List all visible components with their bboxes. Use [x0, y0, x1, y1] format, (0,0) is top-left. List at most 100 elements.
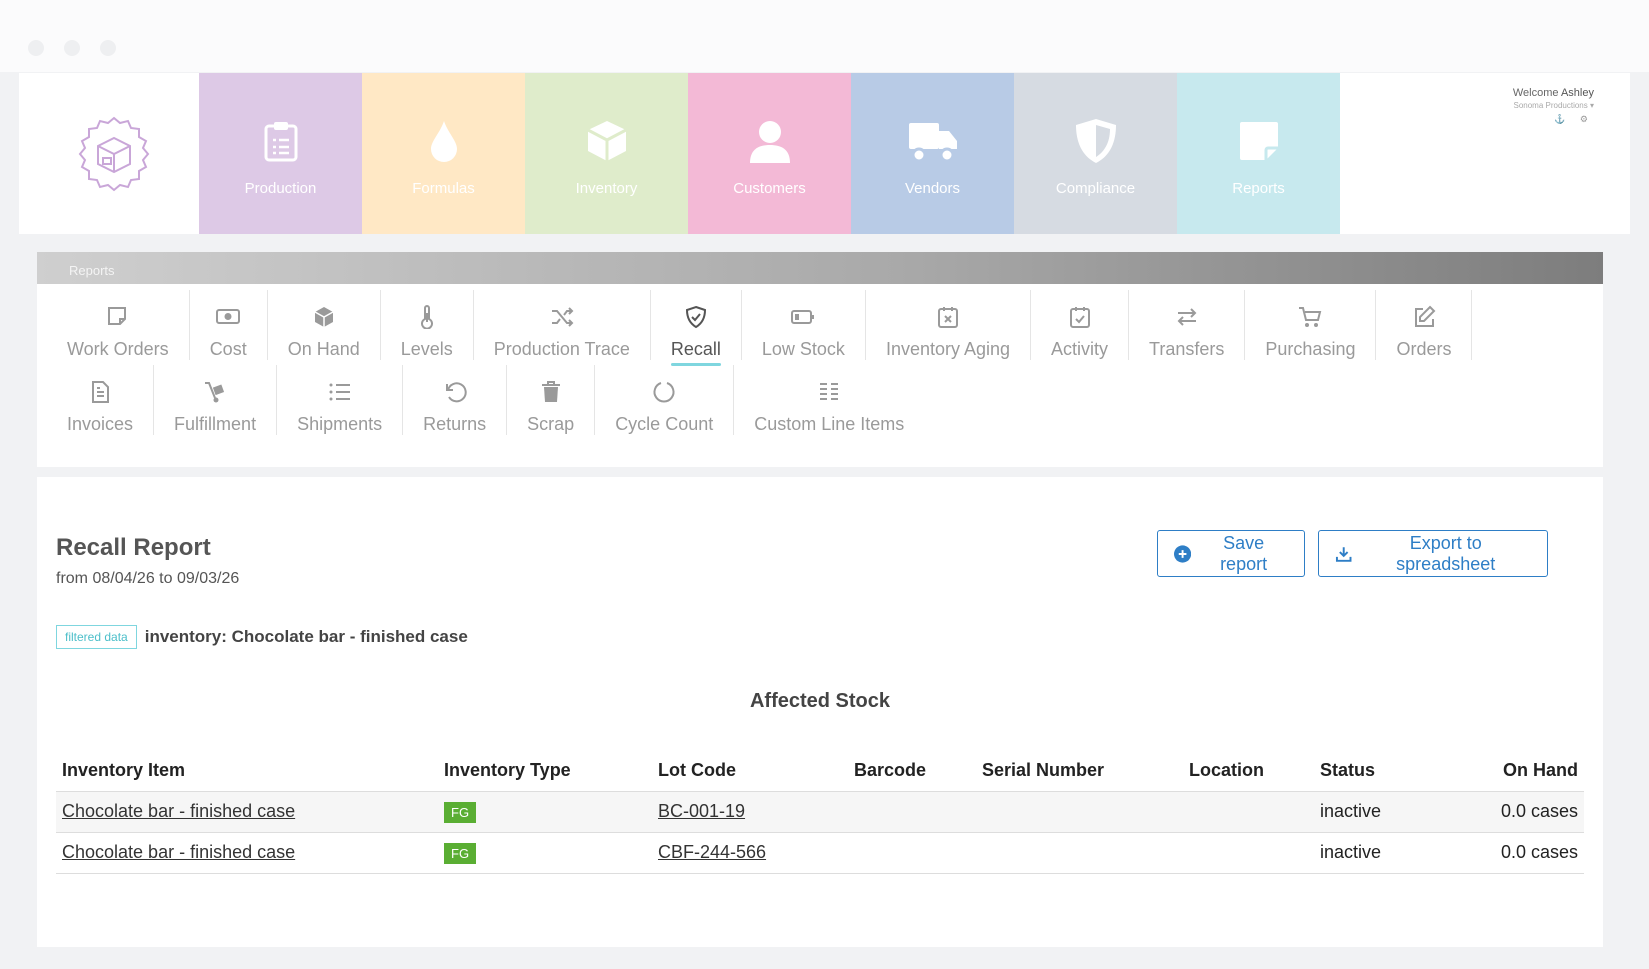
window-minimize-button[interactable]	[64, 40, 80, 56]
report-tab-label: Cost	[209, 339, 247, 359]
report-tab-on-hand[interactable]: On Hand	[268, 290, 381, 360]
report-content: Recall Report from 08/04/26 to 09/03/26 …	[37, 477, 1603, 947]
user-name[interactable]: Ashley	[1561, 87, 1594, 99]
table-header-row: Inventory Item Inventory Type Lot Code B…	[56, 745, 1584, 792]
report-tab-transfers[interactable]: Transfers	[1129, 290, 1246, 360]
nav-module-label: Compliance	[1055, 180, 1136, 197]
report-tab-scrap[interactable]: Scrap	[507, 365, 596, 435]
report-tab-label: On Hand	[287, 339, 360, 359]
report-tab-shipments[interactable]: Shipments	[277, 365, 404, 435]
header-mini-icons[interactable]: ⚓ ⚙	[1513, 114, 1594, 125]
report-tab-cycle-count[interactable]: Cycle Count	[595, 365, 735, 435]
chevron-down-icon[interactable]: ▾	[1590, 101, 1594, 110]
report-tab-label: Returns	[423, 414, 487, 434]
report-tab-label: Transfers	[1149, 339, 1225, 359]
column-header[interactable]: Serial Number	[976, 745, 1183, 792]
inventory-type-cell: FG	[438, 832, 652, 874]
report-tab-levels[interactable]: Levels	[381, 290, 474, 360]
nav-module-inventory[interactable]: Inventory	[525, 73, 688, 234]
column-header[interactable]: Location	[1183, 745, 1314, 792]
droplet-icon	[428, 116, 460, 166]
report-tab-label: Invoices	[67, 414, 134, 434]
report-tab-label: Orders	[1396, 339, 1452, 359]
calendar-check-icon	[1068, 302, 1092, 331]
report-tab-activity[interactable]: Activity	[1031, 290, 1130, 360]
nav-module-vendors[interactable]: Vendors	[851, 73, 1014, 234]
page-title: Recall Report	[56, 534, 211, 561]
export-spreadsheet-button[interactable]: Export to spreadsheet	[1318, 530, 1548, 577]
barcode-cell	[848, 791, 976, 833]
report-tab-low-stock[interactable]: Low Stock	[742, 290, 866, 360]
calendar-x-icon	[936, 302, 960, 331]
nav-module-label: Formulas	[412, 180, 475, 197]
table-row: Chocolate bar - finished case FG BC-001-19…	[56, 791, 1584, 833]
reports-nav-row-2: Invoices Fulfillment Shipments Returns Scrap…	[47, 365, 924, 435]
app-logo[interactable]	[19, 73, 208, 234]
report-tab-label: Shipments	[297, 414, 383, 434]
report-tab-production-trace[interactable]: Production Trace	[474, 290, 651, 360]
trash-icon	[539, 377, 563, 406]
report-tab-cost[interactable]: Cost	[190, 290, 268, 360]
nav-module-label: Reports	[1232, 180, 1285, 197]
column-header[interactable]: Barcode	[848, 745, 976, 792]
save-report-button[interactable]: Save report	[1157, 530, 1305, 577]
window-close-button[interactable]	[28, 40, 44, 56]
column-header[interactable]: Lot Code	[652, 745, 848, 792]
report-tab-label: Fulfillment	[174, 414, 257, 434]
company-name[interactable]: Sonoma Productions	[1513, 101, 1587, 110]
nav-module-customers[interactable]: Customers	[688, 73, 851, 234]
status-cell: inactive	[1314, 791, 1434, 833]
nav-module-formulas[interactable]: Formulas	[362, 73, 525, 234]
report-tab-inventory-aging[interactable]: Inventory Aging	[866, 290, 1032, 360]
download-icon	[1335, 546, 1352, 562]
location-cell	[1183, 791, 1314, 833]
report-tab-orders[interactable]: Orders	[1376, 290, 1473, 360]
report-tab-label: Custom Line Items	[754, 414, 905, 434]
column-header[interactable]: Inventory Item	[56, 745, 438, 792]
nav-module-compliance[interactable]: Compliance	[1014, 73, 1177, 234]
report-tab-fulfillment[interactable]: Fulfillment	[154, 365, 278, 435]
inventory-type-badge: FG	[444, 842, 477, 864]
column-header[interactable]: Status	[1314, 745, 1434, 792]
inventory-item-link[interactable]: Chocolate bar - finished case	[62, 801, 295, 821]
filter-row: filtered data inventory: Chocolate bar -…	[56, 625, 468, 649]
report-tab-purchasing[interactable]: Purchasing	[1245, 290, 1377, 360]
report-tab-invoices[interactable]: Invoices	[47, 365, 155, 435]
reports-nav-row-1: Work Orders Cost On Hand Levels Production T…	[47, 290, 1473, 366]
transfer-arrows-icon	[1175, 302, 1199, 331]
export-label: Export to spreadsheet	[1396, 532, 1496, 574]
report-tab-label: Recall	[670, 339, 721, 359]
lot-code-link[interactable]: BC-001-19	[658, 801, 745, 821]
barcode-cell	[848, 832, 976, 874]
report-tab-label: Inventory Aging	[885, 339, 1011, 359]
report-tab-custom-line-items[interactable]: Custom Line Items	[734, 365, 924, 435]
inventory-type-badge: FG	[444, 801, 477, 823]
window-zoom-button[interactable]	[100, 40, 116, 56]
report-tab-returns[interactable]: Returns	[403, 365, 508, 435]
table-row: Chocolate bar - finished case FG CBF-244-5…	[56, 832, 1584, 874]
circle-notch-icon	[652, 377, 676, 406]
clipboard-icon	[264, 116, 298, 166]
lot-code-link[interactable]: CBF-244-566	[658, 842, 766, 862]
nav-module-production[interactable]: Production	[199, 73, 362, 234]
window-titlebar	[0, 0, 1649, 72]
column-header[interactable]: Inventory Type	[438, 745, 652, 792]
column-header[interactable]: On Hand	[1434, 745, 1584, 792]
report-tab-label: Work Orders	[67, 339, 169, 359]
report-tab-recall[interactable]: Recall	[651, 290, 742, 366]
inventory-item-link[interactable]: Chocolate bar - finished case	[62, 842, 295, 862]
top-navigation: Production Formulas Inventory Customers Vend…	[19, 73, 1630, 234]
nav-module-reports[interactable]: Reports	[1177, 73, 1340, 234]
nav-module-label: Customers	[733, 180, 806, 197]
status-cell: inactive	[1314, 832, 1434, 874]
cart-icon	[1298, 302, 1322, 331]
on-hand-cell: 0.0 cases	[1434, 791, 1584, 833]
report-tab-work-orders[interactable]: Work Orders	[47, 290, 190, 360]
logo-box-icon	[78, 116, 149, 191]
report-tab-label: Low Stock	[761, 339, 845, 359]
reports-nav-panel: Reports Work Orders Cost On Hand Levels Prod…	[37, 252, 1603, 467]
save-report-label: Save report	[1220, 532, 1268, 574]
note-icon	[106, 302, 130, 331]
note-icon	[1238, 116, 1280, 166]
shield-icon	[1074, 116, 1118, 166]
